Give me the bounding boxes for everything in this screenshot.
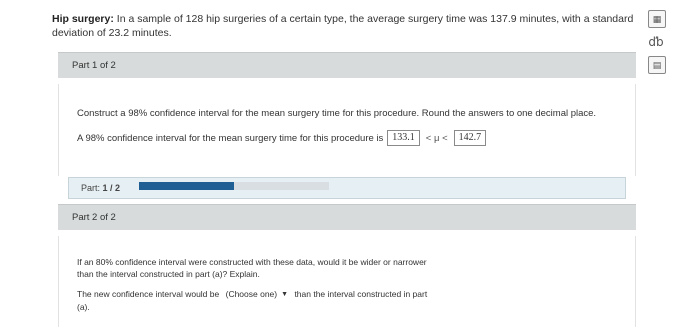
part1-answer-line: A 98% confidence interval for the mean s…: [77, 130, 490, 146]
width-select-value: (Choose one): [225, 289, 278, 299]
progress-fill: [139, 182, 234, 190]
part2-question: If an 80% confidence interval were const…: [77, 256, 427, 280]
part1-question: Construct a 98% confidence interval for …: [77, 108, 597, 119]
width-select[interactable]: (Choose one) ▼: [226, 288, 288, 301]
part2-question-line1: If an 80% confidence interval were const…: [77, 257, 427, 267]
side-toolbar: ▦ ďb ▤: [648, 10, 670, 80]
part2-question-line2: than the interval constructed in part (a…: [77, 269, 260, 279]
problem-title: Hip surgery:: [52, 13, 114, 25]
part2-answer-line: The new confidence interval would be (Ch…: [77, 288, 427, 313]
upper-bound-input[interactable]: 142.7: [453, 130, 487, 146]
part1-header: Part 1 of 2: [58, 52, 636, 78]
chevron-down-icon: ▼: [281, 290, 289, 298]
calculator-icon[interactable]: ▤: [648, 56, 666, 74]
part2-answer-suffix-2: (a).: [77, 301, 90, 312]
problem-statement: Hip surgery: In a sample of 128 hip surg…: [52, 12, 652, 40]
part2-header: Part 2 of 2: [58, 204, 636, 230]
part1-answer-prefix: A 98% confidence interval for the mean s…: [77, 132, 384, 144]
dlo-icon[interactable]: ďb: [648, 34, 664, 50]
part2-answer-prefix: The new confidence interval would be: [77, 289, 220, 299]
progress-bar: [139, 182, 329, 190]
progress-value: 1 / 2: [102, 183, 121, 193]
part2-card: If an 80% confidence interval were const…: [58, 236, 636, 327]
progress-label: Part:: [81, 183, 101, 193]
problem-text-2: deviation of 23.2 minutes.: [52, 27, 172, 39]
progress-strip: Part: 1 / 2: [68, 177, 626, 199]
part1-card: Construct a 98% confidence interval for …: [58, 84, 636, 176]
problem-text: In a sample of 128 hip surgeries of a ce…: [116, 13, 634, 25]
lower-bound-input[interactable]: 133.1: [387, 130, 420, 146]
part2-answer-suffix: than the interval constructed in part: [294, 289, 428, 299]
inequality-symbol: < μ <: [425, 132, 448, 144]
table-icon[interactable]: ▦: [648, 10, 666, 28]
